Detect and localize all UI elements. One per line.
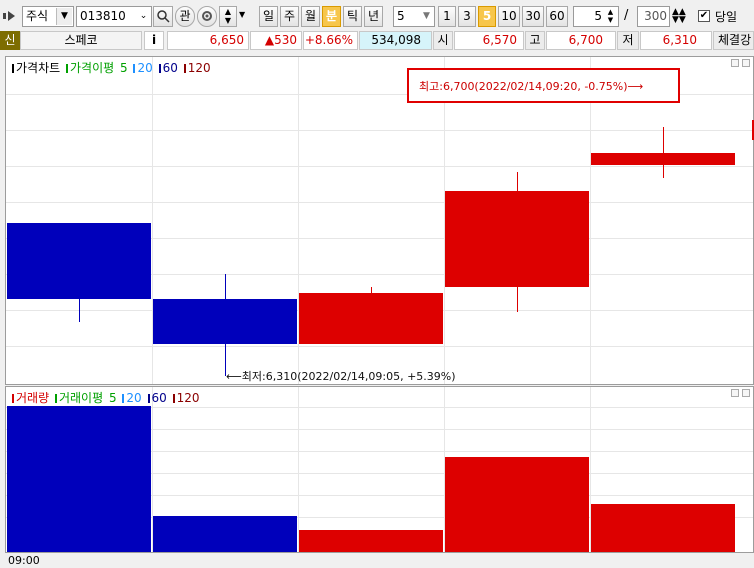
interval-value: 5 [397, 9, 405, 23]
low-price: 6,310 [640, 31, 712, 50]
volume-ma-label: 거래이평 [58, 391, 104, 405]
gear-icon [202, 11, 212, 21]
panel-minimize-icon[interactable] [731, 59, 739, 67]
period-week-button[interactable]: 주 [280, 6, 299, 27]
link-arrow-icon[interactable] [3, 9, 19, 23]
period-month-button[interactable]: 월 [301, 6, 320, 27]
quick-interval-1[interactable]: 1 [438, 6, 456, 27]
candle-body[interactable] [7, 222, 151, 300]
panel-maximize-icon[interactable] [742, 59, 750, 67]
price-ma-label: 가격이평 [70, 61, 115, 75]
candle-body[interactable] [591, 152, 735, 166]
price-legend-title: 가격차트 [16, 61, 61, 75]
volume-bar[interactable] [445, 457, 589, 552]
interval-select[interactable]: 5 ▼ [393, 6, 435, 27]
volume-bar[interactable] [7, 406, 151, 552]
price-legend: 가격차트 가격이평 5 20 60 120 [12, 59, 213, 76]
x-axis: 09:00 [0, 553, 754, 568]
period-day-button[interactable]: 일 [259, 6, 278, 27]
x-axis-first-label: 09:00 [8, 554, 40, 567]
current-price: 6,650 [167, 31, 249, 50]
panel-maximize-icon[interactable] [742, 389, 750, 397]
quick-interval-5[interactable]: 5 [478, 6, 496, 27]
today-label: 당일 [715, 10, 738, 24]
high-annotation: 최고:6,700(2022/02/14,09:20, -0.75%)⟶ [419, 80, 644, 93]
display-count-input[interactable]: 5 ▲ ▼ [573, 6, 619, 27]
market-type-value: 주식 [26, 9, 49, 23]
chevron-down-icon[interactable]: ▼ [56, 8, 72, 25]
candle-body[interactable] [445, 190, 589, 287]
price-ma-120: 120 [187, 61, 211, 75]
search-icon [157, 10, 170, 23]
low-annotation: ⟵최저:6,310(2022/02/14,09:05, +5.39%) [226, 370, 456, 383]
volume-bar[interactable] [153, 515, 297, 552]
interest-button[interactable]: 관 [175, 6, 195, 27]
quick-interval-30[interactable]: 30 [522, 6, 544, 27]
high-annotation-box: 최고:6,700(2022/02/14,09:20, -0.75%)⟶ [407, 68, 680, 103]
updown-spinner[interactable]: ▲ ▼ [219, 6, 237, 27]
quick-interval-3[interactable]: 3 [458, 6, 476, 27]
stock-name[interactable]: 스페코 [20, 31, 142, 50]
toolbar: 주식 ▼ 013810 ⌄ 관 ▲ ▼ ▼ 일 주 월 분 틱 년 5 ▼ 1 3… [0, 0, 754, 30]
volume-ma-20: 20 [126, 391, 142, 405]
volume-chart-panel[interactable]: 거래량 거래이평 5 20 60 120 [5, 386, 754, 553]
total-count-input[interactable]: 300 [637, 6, 670, 27]
stock-code-input[interactable]: 013810 ⌄ [76, 6, 152, 27]
panel-minimize-icon[interactable] [731, 389, 739, 397]
quick-interval-60[interactable]: 60 [546, 6, 568, 27]
price-ma-5: 5 [120, 61, 128, 75]
volume-ma-5: 5 [108, 391, 117, 405]
period-tick-button[interactable]: 틱 [343, 6, 362, 27]
volume-value: 534,098 [359, 31, 432, 50]
market-badge: 신 [0, 31, 20, 50]
high-label: 고 [525, 31, 545, 50]
today-checkbox[interactable]: ✔ [698, 10, 710, 22]
market-type-select[interactable]: 주식 ▼ [22, 6, 74, 27]
zoom-spin-icon[interactable]: ▲▲ ▼▼ [672, 8, 686, 25]
candle-body[interactable] [299, 293, 443, 345]
stock-code-value: 013810 [80, 9, 126, 23]
price-ma-60: 60 [162, 61, 178, 75]
spin-icon[interactable]: ▲ ▼ [604, 8, 617, 25]
change-rate: +8.66% [303, 31, 358, 50]
total-count-value: 300 [644, 9, 667, 23]
period-year-button[interactable]: 년 [364, 6, 383, 27]
price-chart-panel[interactable]: 가격차트 가격이평 5 20 60 120 최고:6,700(2022/02/1… [5, 56, 754, 385]
volume-bar[interactable] [591, 503, 735, 552]
dropdown-arrow-icon[interactable]: ▼ [239, 10, 245, 19]
candle-body[interactable] [153, 299, 297, 345]
volume-ma-120: 120 [176, 391, 200, 405]
strength-label: 체결강 [713, 31, 754, 50]
quick-interval-10[interactable]: 10 [498, 6, 520, 27]
search-button[interactable] [153, 6, 173, 27]
stock-info-button[interactable]: i [144, 31, 164, 50]
count-separator: / [624, 8, 629, 23]
open-price: 6,570 [454, 31, 524, 50]
volume-ma-60: 60 [151, 391, 167, 405]
high-price: 6,700 [546, 31, 616, 50]
period-minute-button[interactable]: 분 [322, 6, 341, 27]
volume-legend-title: 거래량 [16, 391, 50, 405]
low-label: 저 [617, 31, 639, 50]
price-ma-20: 20 [137, 61, 153, 75]
chevron-down-icon[interactable]: ⌄ [137, 8, 150, 25]
price-change: ▲530 [250, 31, 302, 50]
open-label: 시 [433, 31, 453, 50]
chevron-down-icon[interactable]: ▼ [420, 8, 433, 25]
volume-legend: 거래량 거래이평 5 20 60 120 [12, 389, 202, 406]
display-count-value: 5 [594, 9, 602, 23]
settings-button[interactable] [197, 6, 217, 27]
volume-bar[interactable] [299, 530, 443, 552]
